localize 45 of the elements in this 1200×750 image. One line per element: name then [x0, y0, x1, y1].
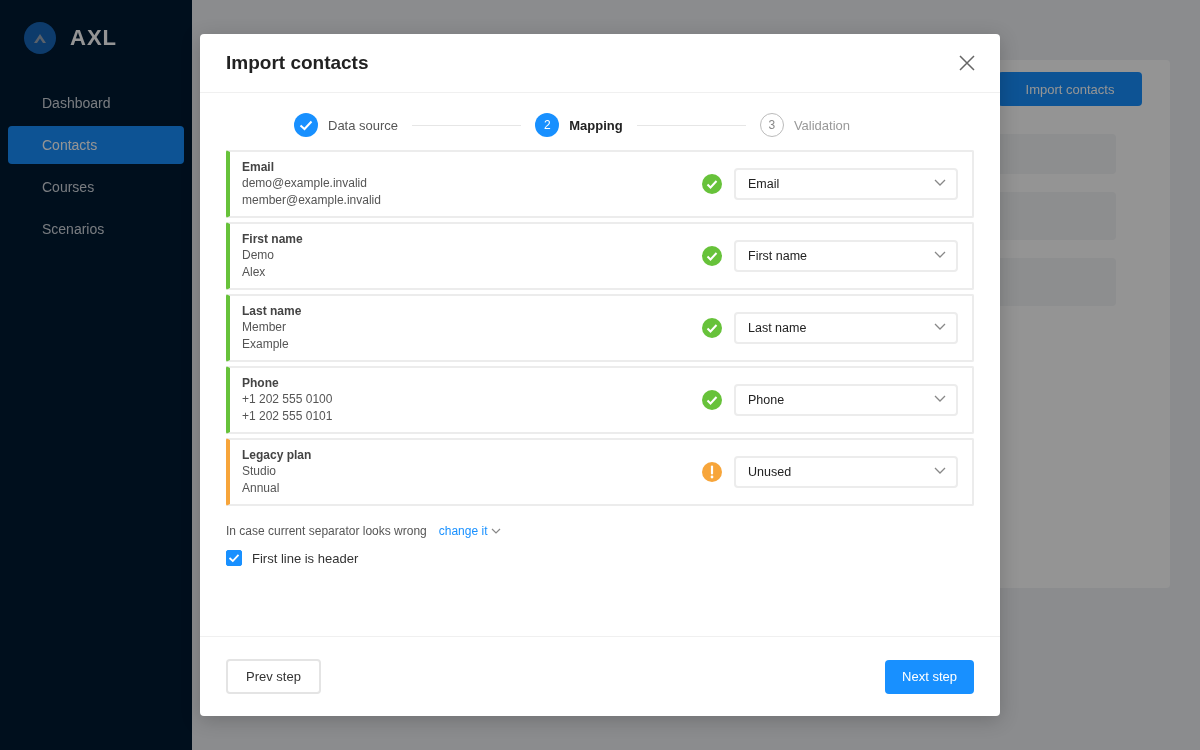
- logo-icon: [24, 22, 56, 54]
- field-select[interactable]: Email: [734, 168, 958, 200]
- field-select[interactable]: Phone: [734, 384, 958, 416]
- step-label: Mapping: [569, 117, 623, 133]
- sample-value: Example: [242, 336, 290, 353]
- sample-value: Member: [242, 319, 287, 336]
- sample-value: Demo: [242, 247, 275, 264]
- change-separator-link[interactable]: change it: [438, 524, 488, 538]
- close-icon[interactable]: [959, 55, 975, 71]
- step-label: Validation: [793, 117, 850, 133]
- caret-icon: [934, 179, 946, 186]
- caret-icon: [491, 528, 502, 534]
- column-header: Phone: [242, 375, 280, 391]
- column-header: Legacy plan: [242, 447, 313, 463]
- prev-step-button[interactable]: Prev step: [226, 659, 321, 694]
- import-button[interactable]: Import contacts: [998, 72, 1142, 106]
- sample-value: demo@example.invalid: [242, 175, 368, 192]
- sidebar-item[interactable]: Scenarios: [8, 210, 184, 248]
- sample-value: +1 202 555 0101: [242, 408, 334, 425]
- caret-icon: [934, 251, 946, 258]
- field-select[interactable]: First name: [734, 240, 958, 272]
- column-header: Email: [242, 159, 275, 175]
- sample-value: Studio: [242, 463, 278, 480]
- sample-value: member@example.invalid: [242, 192, 382, 209]
- logo-text: AXL: [70, 25, 117, 51]
- checkbox-label: First line is header: [252, 550, 359, 566]
- sidebar-item[interactable]: Courses: [8, 168, 184, 206]
- step-number: 2: [535, 113, 560, 137]
- field-select[interactable]: Last name: [734, 312, 958, 344]
- checkbox[interactable]: [226, 550, 242, 566]
- sample-value: Alex: [242, 264, 267, 281]
- separator-hint: In case current separator looks wrong: [226, 524, 427, 538]
- dialog-title: Import contacts: [226, 52, 369, 74]
- sample-value: Annual: [242, 480, 281, 497]
- column-header: First name: [242, 231, 304, 247]
- column-header: Last name: [242, 303, 303, 319]
- sidebar-item[interactable]: Dashboard: [8, 84, 184, 122]
- sample-value: +1 202 555 0100: [242, 391, 334, 408]
- caret-icon: [934, 395, 946, 402]
- caret-icon: [934, 467, 946, 474]
- sidebar-item[interactable]: Contacts: [8, 126, 184, 164]
- step-label: Data source: [328, 117, 399, 133]
- field-select[interactable]: Unused: [734, 456, 958, 488]
- caret-icon: [934, 323, 946, 330]
- next-step-button[interactable]: Next step: [885, 659, 974, 694]
